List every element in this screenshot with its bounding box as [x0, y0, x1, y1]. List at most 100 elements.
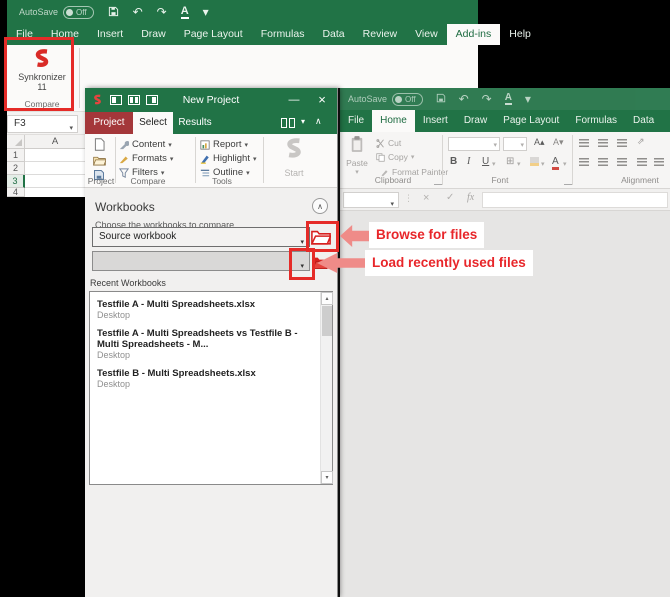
scroll-thumb[interactable] [322, 306, 332, 336]
formula-input[interactable] [482, 192, 668, 208]
align-center-icon[interactable] [598, 158, 608, 166]
highlighter-icon [200, 155, 209, 164]
redo-icon[interactable]: ↷ [157, 6, 167, 18]
italic-button[interactable]: I [467, 156, 470, 167]
align-bottom-icon[interactable] [617, 139, 627, 147]
insert-function-icon[interactable]: fx [467, 192, 474, 203]
tab-view[interactable]: View [406, 24, 447, 45]
underline-dropdown-icon[interactable]: ▾ [492, 160, 496, 168]
win2-tab-home[interactable]: Home [372, 110, 415, 132]
recent-item[interactable]: Testfile B - Multi Spreadsheets.xlsx Des… [97, 368, 320, 390]
win2-name-box-dropdown-icon[interactable]: ▾ [390, 198, 394, 212]
grow-font-button[interactable]: A▴ [534, 137, 545, 148]
win2-tab-draw[interactable]: Draw [456, 110, 495, 132]
win2-redo-icon[interactable]: ↷ [482, 93, 492, 105]
borders-dropdown-icon[interactable]: ▾ [517, 160, 521, 168]
tab-help[interactable]: Help [500, 24, 540, 45]
win2-ribbon: Paste ▾ Cut Copy ▾ Format Painter Clipboa… [340, 132, 670, 189]
underline-icon[interactable]: A [180, 5, 189, 19]
align-right-icon[interactable] [617, 158, 627, 166]
cut-button[interactable]: Cut [376, 138, 401, 148]
row-header-4[interactable]: 4 [7, 188, 25, 197]
dialog-tab-results[interactable]: Results [173, 112, 217, 134]
increase-indent-icon[interactable] [654, 158, 664, 166]
align-middle-icon[interactable] [598, 139, 608, 147]
collapse-ribbon-icon[interactable]: ∧ [315, 116, 322, 127]
win2-underline-icon[interactable]: A [504, 93, 512, 105]
source-workbook-dropdown[interactable]: Source workbook ▾ [92, 227, 310, 247]
dialog-view-dropdown-icon[interactable]: ▾ [301, 117, 305, 126]
bold-button[interactable]: B [450, 156, 457, 167]
win2-name-box[interactable]: ▾ [343, 192, 399, 208]
dialog-close-button[interactable]: × [309, 88, 335, 112]
tab-formulas[interactable]: Formulas [252, 24, 314, 45]
win2-tab-file[interactable]: File [340, 110, 372, 132]
fill-color-button[interactable] [530, 157, 539, 166]
formats-menu-button[interactable]: Formats ▾ [119, 153, 173, 164]
win2-tab-page-layout[interactable]: Page Layout [495, 110, 567, 132]
tab-data[interactable]: Data [313, 24, 353, 45]
highlight-menu-button[interactable]: Highlight ▾ [200, 153, 256, 164]
win2-quick-access-dropdown-icon[interactable]: ▾ [525, 93, 531, 105]
scroll-up-button[interactable]: ▴ [321, 292, 333, 305]
cancel-entry-icon[interactable]: × [423, 192, 429, 204]
clipboard-icon [351, 136, 363, 152]
save-icon[interactable] [108, 6, 119, 19]
start-button[interactable]: Start [273, 137, 315, 183]
win2-tab-review[interactable]: Review [662, 110, 670, 132]
win2-tab-insert[interactable]: Insert [415, 110, 456, 132]
font-name-dropdown-icon: ▾ [493, 142, 497, 149]
undo-icon[interactable]: ↶ [133, 6, 143, 18]
autosave-toggle[interactable]: AutoSave Off [19, 5, 94, 19]
font-color-button[interactable]: A [552, 156, 559, 170]
content-menu-button[interactable]: Content ▾ [119, 139, 172, 150]
column-header-a[interactable]: A [25, 135, 86, 149]
list-scrollbar[interactable]: ▴ ▾ [320, 292, 333, 484]
target-workbook-dropdown[interactable]: ▾ [92, 251, 310, 271]
win2-autosave-toggle[interactable]: AutoSave Off [348, 92, 423, 106]
dialog-tab-select[interactable]: Select [133, 112, 173, 134]
scroll-down-button[interactable]: ▾ [321, 471, 333, 484]
select-all-corner[interactable] [7, 135, 25, 149]
ribbon-separator-2 [572, 135, 573, 185]
content-dropdown-icon: ▾ [168, 141, 172, 149]
window-arrange-icon[interactable] [281, 118, 295, 128]
recent-item[interactable]: Testfile A - Multi Spreadsheets.xlsx Des… [97, 299, 320, 321]
dialog-tab-project[interactable]: Project [85, 112, 133, 134]
recent-item[interactable]: Testfile A - Multi Spreadsheets vs Testf… [97, 328, 320, 361]
tab-insert[interactable]: Insert [88, 24, 132, 45]
font-size-select[interactable]: ▾ [503, 137, 527, 151]
align-top-icon[interactable] [579, 139, 589, 147]
decrease-indent-icon[interactable] [637, 158, 647, 166]
synkronizer-new-project-dialog: New Project — × Project Select Results ▾… [85, 88, 338, 597]
name-box[interactable]: F3 ▾ [7, 115, 78, 133]
start-logo-icon [287, 138, 301, 158]
tab-draw[interactable]: Draw [132, 24, 175, 45]
shrink-font-button[interactable]: A▾ [553, 137, 564, 148]
confirm-entry-icon[interactable]: ✓ [446, 192, 454, 203]
tab-add-ins[interactable]: Add-ins [446, 24, 501, 45]
fill-color-dropdown-icon[interactable]: ▾ [541, 160, 545, 168]
recent-workbooks-label: Recent Workbooks [90, 278, 166, 288]
win2-undo-icon[interactable]: ↶ [459, 93, 469, 105]
row-header-2[interactable]: 2 [7, 162, 25, 175]
tab-review[interactable]: Review [354, 24, 406, 45]
orientation-icon[interactable]: ⇗ [637, 136, 645, 147]
underline-button[interactable]: U [482, 156, 489, 167]
win2-formula-separator: ⋮ [404, 193, 413, 203]
font-color-dropdown-icon[interactable]: ▾ [563, 160, 567, 168]
row-header-1[interactable]: 1 [7, 149, 25, 162]
win2-tab-formulas[interactable]: Formulas [567, 110, 625, 132]
copy-button[interactable]: Copy ▾ [376, 152, 414, 162]
dialog-minimize-button[interactable]: — [281, 88, 307, 112]
borders-button[interactable]: ⊞ [506, 156, 514, 167]
report-menu-button[interactable]: Report ▾ [200, 139, 248, 150]
font-name-select[interactable]: ▾ [448, 137, 500, 151]
dialog-title-bar[interactable]: New Project — × [85, 88, 337, 112]
tab-page-layout[interactable]: Page Layout [175, 24, 252, 45]
win2-tab-data[interactable]: Data [625, 110, 662, 132]
collapse-section-button[interactable]: ∧ [312, 198, 328, 214]
win2-save-icon[interactable] [436, 93, 446, 105]
align-left-icon[interactable] [579, 158, 589, 166]
quick-access-dropdown-icon[interactable]: ▾ [203, 6, 209, 18]
